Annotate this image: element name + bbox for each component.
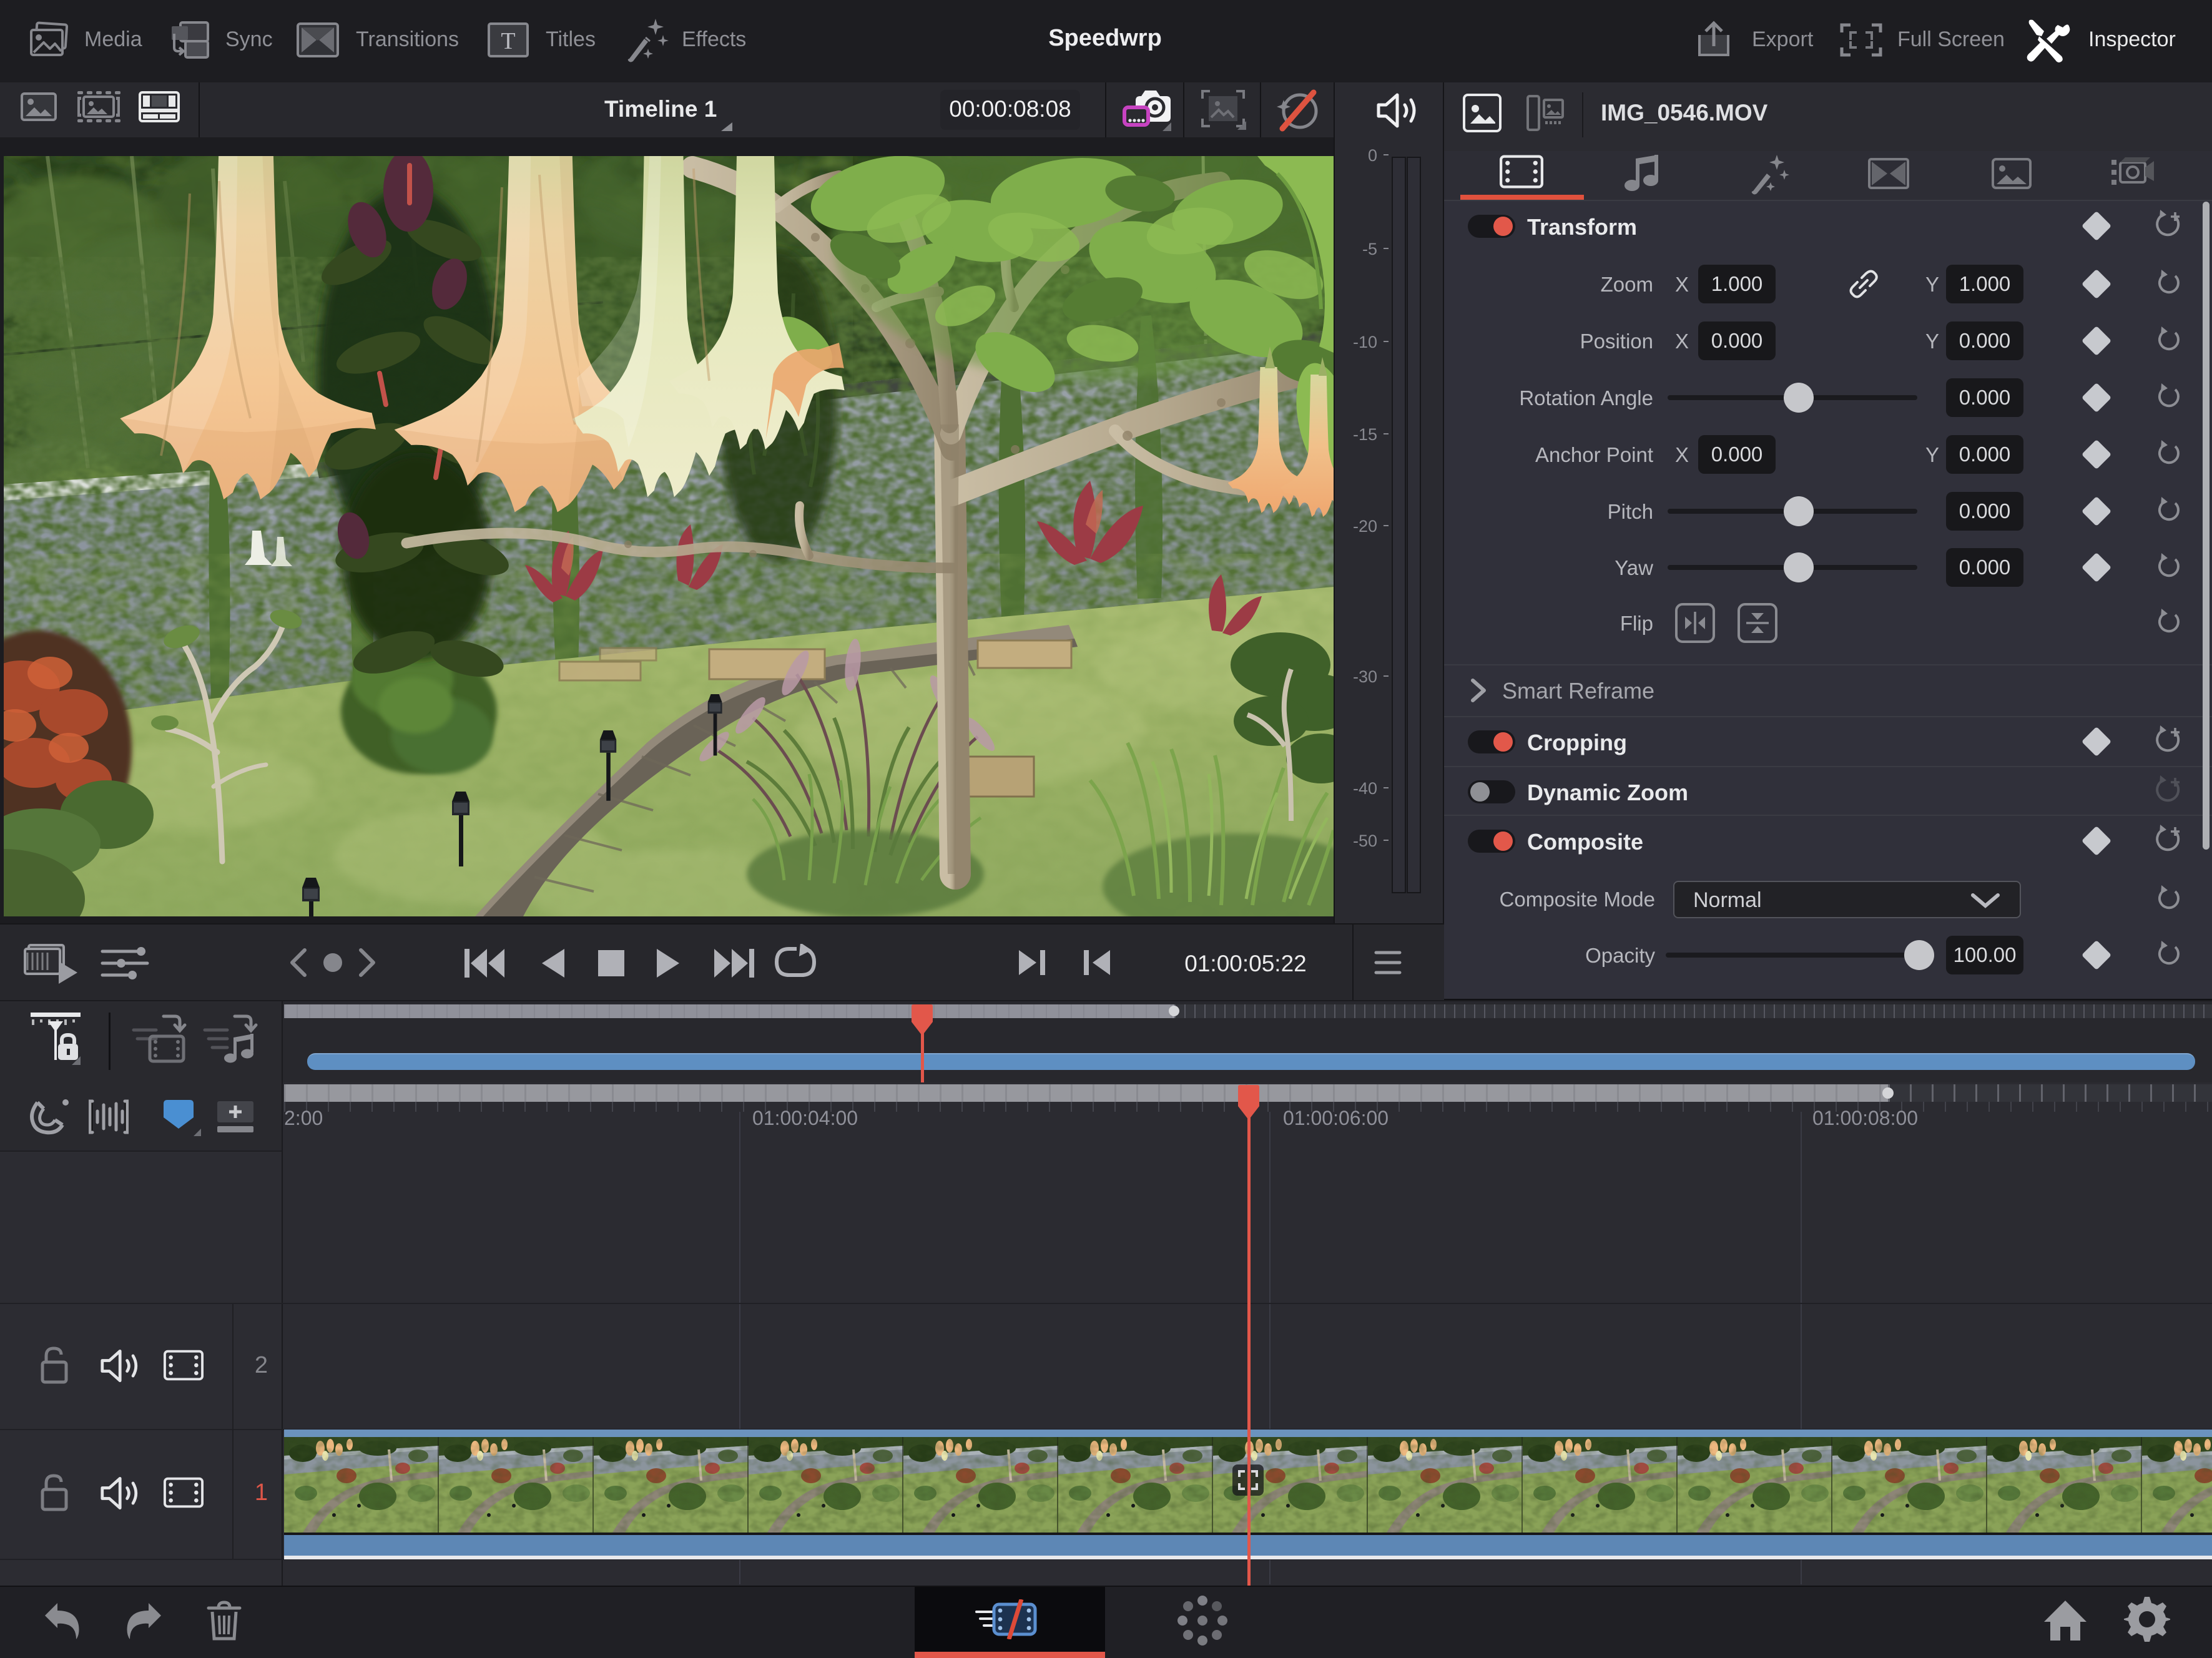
svg-text:T: T (501, 28, 515, 54)
